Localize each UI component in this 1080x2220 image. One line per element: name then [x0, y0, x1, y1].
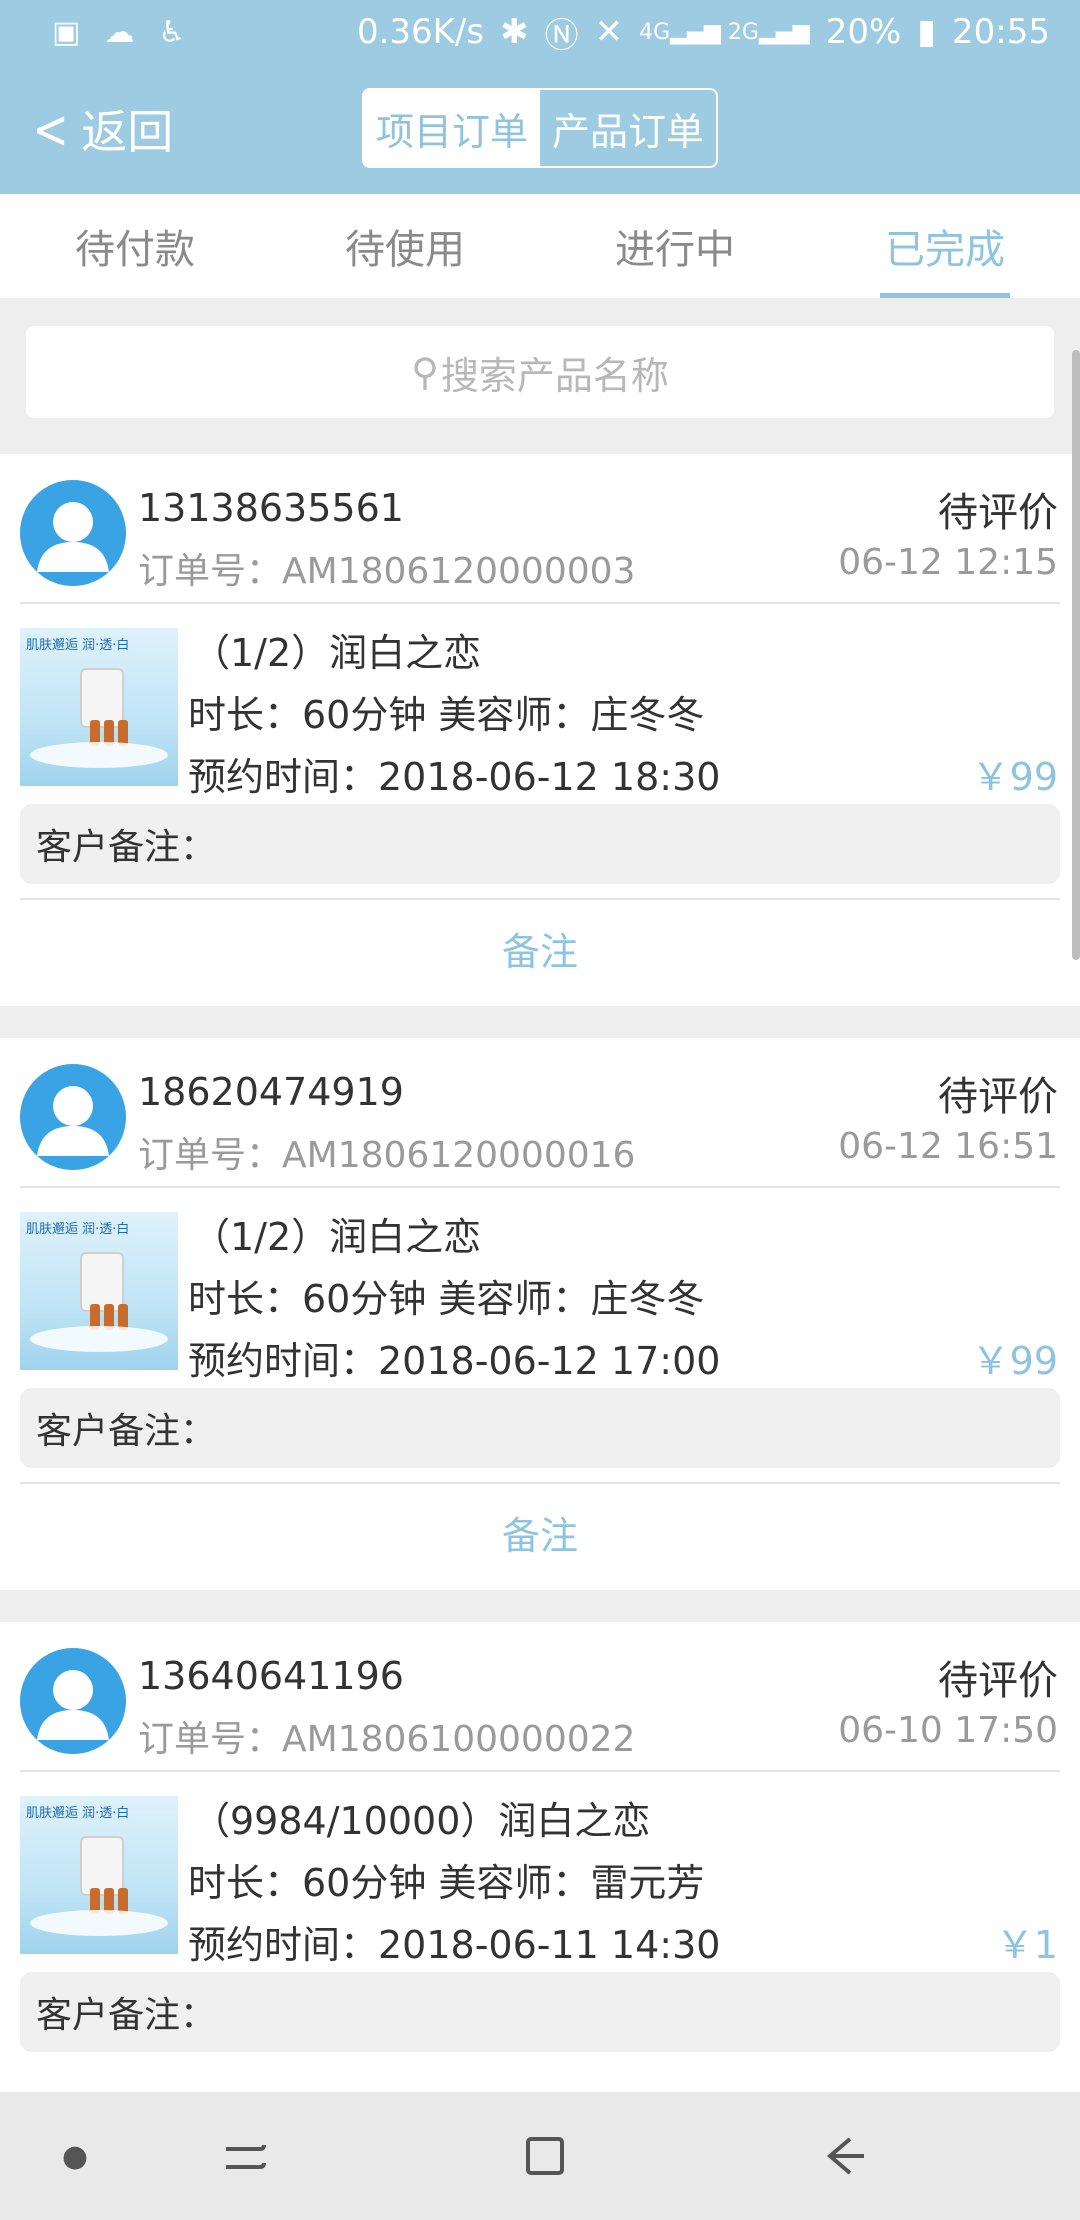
chevron-left-icon: < [32, 97, 69, 161]
back-label: 返回 [81, 105, 174, 159]
product-thumbnail: 肌肤邂逅 润·透·白 [20, 1796, 178, 1954]
user-icon [37, 502, 109, 572]
order-type-segmented-control: 项目订单 产品订单 [362, 88, 718, 168]
tab-pending-payment[interactable]: 待付款 [0, 194, 270, 298]
note-button[interactable]: 备注 [0, 1482, 1080, 1582]
cloud-icon: ☁ [104, 14, 135, 50]
tab-in-progress[interactable]: 进行中 [540, 194, 810, 298]
bluetooth-icon: ✱ [500, 12, 529, 52]
app-header: < 返回 项目订单 产品订单 [0, 64, 1080, 194]
mute-icon: ✕ [594, 12, 624, 52]
product-info: 时长：60分钟 美容师：庄冬冬 [188, 1277, 705, 1321]
device-image [80, 668, 124, 728]
status-bar: ▣ ☁ ♿ 0.36K/s ✱ Ⓝ ✕ 4G▂▄▆ 2G▂▄▆ 20% ▮ 20… [0, 0, 1080, 64]
dot-icon[interactable]: ● [40, 2092, 110, 2220]
appointment-time: 预约时间：2018-06-12 17:00 [188, 1339, 721, 1383]
product-info: 时长：60分钟 美容师：雷元芳 [188, 1861, 705, 1905]
divider [20, 602, 1060, 604]
thumbnail-banner: 肌肤邂逅 润·透·白 [26, 638, 130, 653]
clock: 20:55 [952, 12, 1050, 52]
order-number: 订单号：AM1806120000016 [138, 1135, 636, 1176]
recent-apps-icon[interactable] [200, 2092, 290, 2220]
search-icon: ⚲ [411, 350, 439, 394]
segment-project-orders[interactable]: 项目订单 [364, 90, 540, 166]
order-price: ￥1 [995, 1923, 1058, 1967]
customer-remark: 客户备注： [20, 1388, 1060, 1468]
status-tabs: 待付款 待使用 进行中 已完成 [0, 194, 1080, 298]
device-image [80, 1252, 124, 1312]
scrollbar[interactable] [1072, 350, 1080, 960]
order-status: 待评价 [938, 490, 1058, 536]
customer-phone: 18620474919 [138, 1070, 404, 1114]
product-info: 时长：60分钟 美容师：庄冬冬 [188, 693, 705, 737]
order-price: ￥99 [971, 755, 1058, 799]
splash-image [30, 1910, 168, 1936]
avatar [20, 480, 126, 586]
product-name: （1/2）润白之恋 [192, 631, 482, 675]
product-thumbnail: 肌肤邂逅 润·透·白 [20, 1212, 178, 1370]
order-list: 13138635561 订单号：AM1806120000003 待评价 06-1… [0, 454, 1080, 2206]
search-placeholder: 搜索产品名称 [440, 353, 669, 398]
product-name: （9984/10000）润白之恋 [192, 1799, 651, 1843]
image-icon: ▣ [52, 14, 81, 50]
device-image [80, 1836, 124, 1896]
product-name: （1/2）润白之恋 [192, 1215, 482, 1259]
search-input[interactable]: ⚲ 搜索产品名称 [26, 326, 1054, 418]
search-area: ⚲ 搜索产品名称 [0, 298, 1080, 454]
back-button[interactable]: < 返回 [28, 94, 174, 164]
order-time: 06-12 16:51 [838, 1126, 1058, 1167]
customer-remark: 客户备注： [20, 1972, 1060, 2052]
order-number: 订单号：AM1806100000022 [138, 1719, 636, 1760]
tab-completed[interactable]: 已完成 [810, 194, 1080, 298]
signal-icon: 4G▂▄▆ 2G▂▄▆ [639, 19, 810, 45]
battery-icon: ▮ [917, 12, 937, 52]
order-time: 06-12 12:15 [838, 542, 1058, 583]
avatar [20, 1648, 126, 1754]
thumbnail-banner: 肌肤邂逅 润·透·白 [26, 1222, 130, 1237]
back-icon[interactable] [800, 2092, 890, 2220]
divider [20, 1186, 1060, 1188]
divider [20, 1770, 1060, 1772]
user-icon [37, 1670, 109, 1740]
customer-phone: 13138635561 [138, 486, 404, 530]
nfc-icon: Ⓝ [544, 15, 579, 56]
note-button[interactable]: 备注 [0, 898, 1080, 998]
network-speed: 0.36K/s [356, 12, 485, 52]
thumbnail-banner: 肌肤邂逅 润·透·白 [26, 1806, 130, 1821]
product-thumbnail: 肌肤邂逅 润·透·白 [20, 628, 178, 786]
customer-phone: 13640641196 [138, 1654, 404, 1698]
home-icon[interactable] [500, 2092, 590, 2220]
appointment-time: 预约时间：2018-06-12 18:30 [188, 755, 721, 799]
segment-product-orders[interactable]: 产品订单 [540, 90, 716, 166]
order-time: 06-10 17:50 [838, 1710, 1058, 1751]
battery-percent: 20% [825, 12, 902, 52]
order-card[interactable]: 18620474919 订单号：AM1806120000016 待评价 06-1… [0, 1038, 1080, 1590]
avatar [20, 1064, 126, 1170]
tab-pending-use[interactable]: 待使用 [270, 194, 540, 298]
order-status: 待评价 [938, 1074, 1058, 1120]
splash-image [30, 1326, 168, 1352]
order-number: 订单号：AM1806120000003 [138, 551, 636, 592]
appointment-time: 预约时间：2018-06-11 14:30 [188, 1923, 721, 1967]
system-nav-bar: ● [0, 2092, 1080, 2220]
splash-image [30, 742, 168, 768]
accessibility-icon: ♿ [158, 14, 186, 50]
order-status: 待评价 [938, 1658, 1058, 1704]
order-price: ￥99 [971, 1339, 1058, 1383]
order-card[interactable]: 13138635561 订单号：AM1806120000003 待评价 06-1… [0, 454, 1080, 1006]
customer-remark: 客户备注： [20, 804, 1060, 884]
user-icon [37, 1086, 109, 1156]
